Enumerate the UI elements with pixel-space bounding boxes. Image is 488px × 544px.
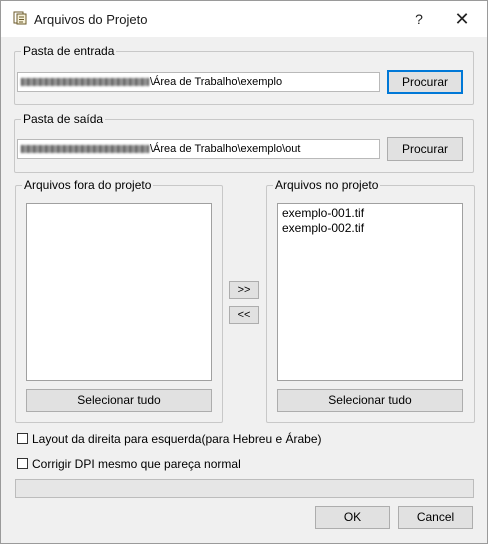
list-item[interactable]: exemplo-001.tif [278,206,462,221]
output-folder-path-field[interactable]: \Área de Trabalho\exemplo\out [17,139,380,159]
input-folder-path-field[interactable]: \Área de Trabalho\exemplo [17,72,380,92]
cancel-button[interactable]: Cancel [398,506,473,529]
select-all-in-project-button[interactable]: Selecionar tudo [277,389,463,412]
rtl-layout-checkbox[interactable] [17,433,28,444]
redacted-path-prefix [21,145,149,154]
list-item[interactable]: exemplo-002.tif [278,221,462,236]
app-icon [13,11,27,25]
ok-button[interactable]: OK [315,506,390,529]
input-folder-path-text: \Área de Trabalho\exemplo [150,76,283,88]
fix-dpi-label[interactable]: Corrigir DPI mesmo que pareça normal [32,457,241,471]
close-icon: ✕ [454,9,470,29]
files-outside-list[interactable] [26,203,212,381]
files-outside-label: Arquivos fora do projeto [22,178,154,192]
project-files-dialog: Arquivos do Projeto ? ✕ Pasta de entrada… [0,0,488,544]
output-folder-label: Pasta de saída [21,112,106,126]
files-in-project-label: Arquivos no projeto [273,178,381,192]
output-folder-path-text: \Área de Trabalho\exemplo\out [150,143,301,155]
remove-from-project-button[interactable]: << [229,306,259,324]
fix-dpi-checkbox[interactable] [17,458,28,469]
input-folder-label: Pasta de entrada [21,44,117,58]
files-in-project-list[interactable]: exemplo-001.tif exemplo-002.tif [277,203,463,381]
rtl-layout-label[interactable]: Layout da direita para esquerda(para Heb… [32,432,322,446]
select-all-outside-button[interactable]: Selecionar tudo [26,389,212,412]
progress-bar [15,479,474,498]
title-bar[interactable]: Arquivos do Projeto ? ✕ [1,1,487,37]
output-browse-button[interactable]: Procurar [387,137,463,161]
redacted-path-prefix [21,78,149,87]
close-button[interactable]: ✕ [447,7,477,31]
window-title: Arquivos do Projeto [34,12,148,27]
add-to-project-button[interactable]: >> [229,281,259,299]
help-button[interactable]: ? [405,7,433,31]
input-browse-button[interactable]: Procurar [387,70,463,94]
